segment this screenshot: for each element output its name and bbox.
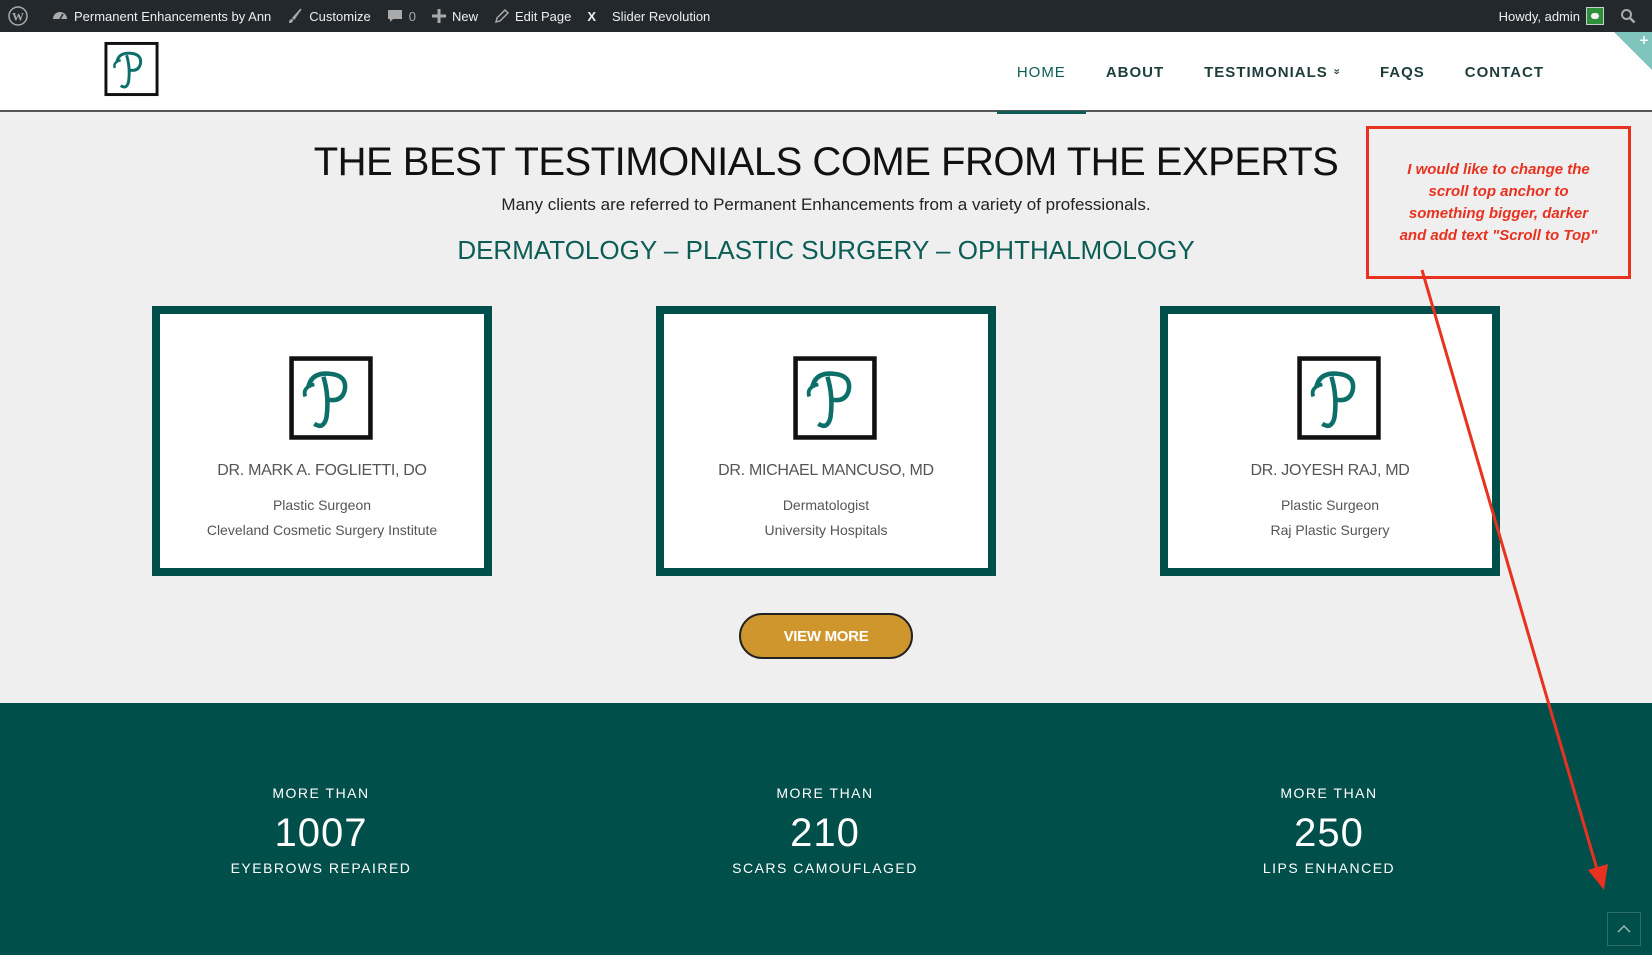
stat-eyebrows: MORE THAN 1007 EYEBROWS REPAIRED [171, 785, 471, 876]
brush-icon [289, 8, 302, 23]
wordpress-menu[interactable]: W [0, 0, 44, 32]
slider-x-icon: X [587, 8, 597, 24]
customize-label: Customize [309, 8, 371, 24]
dashboard-icon [53, 12, 67, 20]
chevron-up-icon [1617, 924, 1631, 933]
pencil-icon [494, 8, 509, 23]
doctor-organization: University Hospitals [764, 522, 888, 538]
customize-link[interactable]: Customize [279, 0, 378, 32]
doctor-organization: Cleveland Cosmetic Surgery Institute [206, 522, 438, 538]
wordpress-icon: W [8, 6, 28, 26]
annotation-text: I would like to change the scroll top an… [1399, 160, 1598, 244]
admin-bar: W Permanent Enhancements by Ann Customiz… [0, 0, 1652, 32]
stat-prefix: MORE THAN [1280, 785, 1378, 801]
site-header: HOME ABOUT TESTIMONIALS» FAQS CONTACT + [0, 32, 1652, 114]
stat-label: EYEBROWS REPAIRED [230, 860, 412, 876]
comments-count: 0 [408, 8, 416, 24]
doctor-role: Dermatologist [782, 497, 870, 513]
avatar [1586, 7, 1604, 25]
main-navigation: HOME ABOUT TESTIMONIALS» FAQS CONTACT [977, 32, 1544, 114]
nav-contact-label: CONTACT [1464, 63, 1544, 81]
site-logo[interactable] [103, 40, 160, 98]
doctor-role: Plastic Surgeon [1280, 497, 1380, 513]
new-content-link[interactable]: New [424, 0, 486, 32]
card-logo [1297, 356, 1381, 440]
stat-label: LIPS ENHANCED [1262, 860, 1396, 876]
my-account-link[interactable]: Howdy, admin [1491, 0, 1612, 32]
testimonial-card: DR. MICHAEL MANCUSO, MD Dermatologist Un… [656, 306, 996, 576]
stat-prefix: MORE THAN [272, 785, 370, 801]
stat-scars: MORE THAN 210 SCARS CAMOUFLAGED [675, 785, 975, 876]
testimonial-card: DR. JOYESH RAJ, MD Plastic Surgeon Raj P… [1160, 306, 1500, 576]
doctor-role: Plastic Surgeon [272, 497, 372, 513]
nav-home[interactable]: HOME [996, 32, 1086, 114]
nav-home-label: HOME [1016, 63, 1066, 81]
plus-icon [431, 9, 446, 23]
site-name: Permanent Enhancements by Ann [74, 8, 272, 24]
edit-page-label: Edit Page [514, 8, 572, 24]
stat-lips: MORE THAN 250 LIPS ENHANCED [1179, 785, 1479, 876]
stat-label: SCARS CAMOUFLAGED [732, 860, 918, 876]
slider-revolution-link[interactable]: X Slider Revolution [579, 0, 718, 32]
testimonial-card: DR. MARK A. FOGLIETTI, DO Plastic Surgeo… [152, 306, 492, 576]
nav-faqs-label: FAQS [1379, 63, 1425, 81]
comments-link[interactable]: 0 [379, 0, 424, 32]
slider-revolution-label: Slider Revolution [612, 8, 711, 24]
nav-contact[interactable]: CONTACT [1465, 32, 1544, 112]
nav-faqs[interactable]: FAQS [1380, 32, 1425, 112]
doctor-organization: Raj Plastic Surgery [1270, 522, 1390, 538]
stats-section: MORE THAN 1007 EYEBROWS REPAIRED MORE TH… [0, 703, 1652, 955]
doctor-name: DR. JOYESH RAJ, MD [1250, 462, 1410, 479]
card-logo [289, 356, 373, 440]
stat-number: 1007 [274, 811, 368, 855]
search-icon [1621, 9, 1636, 24]
chevron-down-icon: » [1330, 68, 1343, 76]
nav-testimonials[interactable]: TESTIMONIALS» [1204, 32, 1343, 112]
new-label: New [451, 8, 478, 24]
search-button[interactable] [1612, 0, 1652, 32]
stat-number: 210 [790, 811, 860, 855]
nav-about-label: ABOUT [1105, 63, 1165, 81]
plus-icon: + [1638, 33, 1649, 47]
edit-page-link[interactable]: Edit Page [486, 0, 579, 32]
annotation-box: I would like to change the scroll top an… [1366, 126, 1631, 279]
stat-number: 250 [1294, 811, 1364, 855]
card-logo [793, 356, 877, 440]
svg-text:W: W [12, 10, 24, 24]
doctor-name: DR. MARK A. FOGLIETTI, DO [217, 462, 427, 479]
scroll-to-top-button[interactable] [1607, 912, 1641, 946]
stat-prefix: MORE THAN [776, 785, 874, 801]
comment-icon [387, 10, 402, 22]
doctor-name: DR. MICHAEL MANCUSO, MD [718, 462, 934, 479]
nav-testimonials-label: TESTIMONIALS [1204, 63, 1328, 81]
site-name-link[interactable]: Permanent Enhancements by Ann [44, 0, 279, 32]
nav-about[interactable]: ABOUT [1106, 32, 1164, 112]
view-more-button[interactable]: VIEW MORE [739, 613, 913, 659]
howdy-label: Howdy, admin [1498, 8, 1580, 24]
